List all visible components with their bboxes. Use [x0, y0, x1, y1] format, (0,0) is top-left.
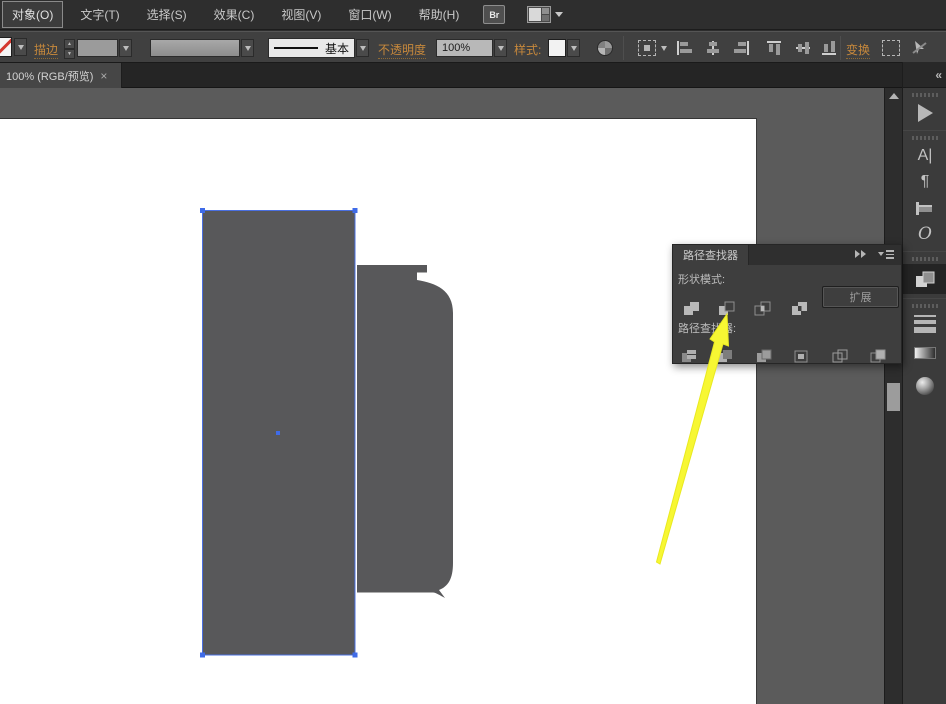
align-center-icon[interactable]: [705, 40, 722, 56]
pathfinder-panel: 路径查找器 形状模式: 扩展 路径查找器:: [672, 244, 902, 364]
expand-button[interactable]: 扩展: [822, 286, 899, 308]
control-bar: 描边 ▲▼ 基本 不透明度 100% 样式:: [0, 31, 946, 63]
panel-collapse-icon[interactable]: [855, 250, 867, 258]
scroll-up-arrow[interactable]: [885, 88, 903, 104]
document-tab-label: 100% (RGB/预览): [6, 68, 93, 84]
rounded-silhouette-shape[interactable]: [357, 265, 453, 598]
stroke-width-field[interactable]: [77, 39, 118, 57]
tab-bar: 100% (RGB/预览) ×: [0, 63, 946, 88]
menu-bar: 对象(O) 文字(T) 选择(S) 效果(C) 视图(V) 窗口(W) 帮助(H…: [0, 0, 946, 30]
align-top-icon[interactable]: [766, 40, 783, 56]
sphere-panel-icon[interactable]: [903, 369, 946, 403]
tabs-panel-icon[interactable]: [903, 195, 946, 221]
scrollbar-thumb[interactable]: [887, 383, 900, 411]
panel-menu-icon[interactable]: [878, 250, 894, 260]
panel-dock: « A| ¶ O: [902, 62, 946, 704]
workspace-layout-icon[interactable]: [527, 6, 563, 23]
pathfinder-crop-button[interactable]: [789, 345, 813, 367]
dock-grip[interactable]: [912, 257, 938, 261]
opacity-field[interactable]: 100%: [436, 39, 493, 57]
stroke-style-field[interactable]: 基本: [268, 38, 355, 58]
align-right-icon[interactable]: [733, 40, 750, 56]
stroke-style-value: 基本: [325, 40, 349, 57]
menu-item-object[interactable]: 对象(O): [2, 1, 63, 28]
document-tab[interactable]: 100% (RGB/预览) ×: [0, 63, 122, 88]
width-profile-dropdown[interactable]: [241, 39, 254, 57]
align-to-dropdown[interactable]: [658, 41, 669, 55]
chevron-down-icon: [555, 12, 563, 17]
shape-mode-minus-front-button[interactable]: [714, 297, 738, 319]
pathfinder-divide-button[interactable]: [677, 345, 701, 367]
menu-item-help[interactable]: 帮助(H): [409, 1, 470, 28]
menu-item-view[interactable]: 视图(V): [271, 1, 331, 28]
gradient-panel-icon[interactable]: [903, 337, 946, 369]
stroke-link[interactable]: 描边: [34, 41, 58, 59]
pathfinder-trim-button[interactable]: [713, 345, 737, 367]
transform-link[interactable]: 变换: [846, 41, 870, 59]
menu-item-type[interactable]: 文字(T): [70, 1, 129, 28]
dock-grip[interactable]: [912, 136, 938, 140]
stroke-style-dropdown[interactable]: [356, 39, 369, 57]
layout-grid-icon: [527, 6, 551, 23]
align-middle-icon[interactable]: [795, 40, 812, 56]
align-to-selection-icon[interactable]: [638, 40, 656, 56]
stroke-width-dropdown[interactable]: [119, 39, 132, 57]
vertical-scrollbar[interactable]: [884, 88, 902, 704]
menu-item-window[interactable]: 窗口(W): [338, 1, 401, 28]
opacity-dropdown[interactable]: [494, 39, 507, 57]
menu-item-effect[interactable]: 效果(C): [204, 1, 265, 28]
character-panel-icon[interactable]: A|: [903, 143, 946, 169]
dock-collapse-icon[interactable]: «: [903, 62, 946, 88]
pathfinder-panel-titlebar[interactable]: 路径查找器: [673, 245, 901, 265]
pointer-slash-icon[interactable]: [911, 39, 929, 57]
shape-mode-exclude-button[interactable]: [787, 297, 811, 319]
pathfinder-panel-tab[interactable]: 路径查找器: [673, 245, 749, 265]
stroke-width-stepper[interactable]: ▲▼: [64, 39, 75, 57]
tab-close-icon[interactable]: ×: [100, 71, 107, 81]
illustrator-window: 对象(O) 文字(T) 选择(S) 效果(C) 视图(V) 窗口(W) 帮助(H…: [0, 0, 946, 704]
stroke-sample-line: [274, 47, 318, 49]
pathfinder-merge-button[interactable]: [752, 345, 776, 367]
canvas-artwork: [0, 118, 757, 704]
style-label: 样式:: [514, 41, 541, 58]
dock-grip[interactable]: [912, 304, 938, 308]
width-profile-field[interactable]: [150, 39, 240, 57]
menu-item-select[interactable]: 选择(S): [137, 1, 197, 28]
align-left-icon[interactable]: [676, 40, 693, 56]
fill-dropdown-button[interactable]: [14, 38, 27, 56]
workspace: [0, 88, 946, 704]
style-dropdown[interactable]: [567, 39, 580, 57]
align-bottom-icon[interactable]: [821, 40, 838, 56]
pathfinder-outline-button[interactable]: [828, 345, 852, 367]
shape-mode-intersect-button[interactable]: [750, 297, 774, 319]
stroke-panel-icon[interactable]: [903, 311, 946, 337]
pathfinder-panel-icon[interactable]: [903, 264, 946, 294]
opacity-link[interactable]: 不透明度: [378, 41, 426, 59]
shape-mode-unite-button[interactable]: [679, 297, 703, 319]
selection-center-point: [276, 431, 280, 435]
pathfinders-label: 路径查找器:: [678, 320, 736, 336]
paragraph-panel-icon[interactable]: ¶: [903, 169, 946, 195]
bridge-icon[interactable]: Br: [483, 5, 505, 24]
play-panel-icon[interactable]: [903, 100, 946, 126]
style-swatch[interactable]: [548, 39, 566, 57]
none-fill-swatch[interactable]: [0, 37, 12, 57]
bounding-box-icon[interactable]: [882, 40, 900, 56]
opentype-panel-icon[interactable]: O: [903, 221, 946, 247]
dock-grip[interactable]: [912, 93, 938, 97]
recolor-artwork-icon[interactable]: [597, 40, 613, 56]
shape-modes-label: 形状模式:: [678, 271, 725, 287]
pathfinder-minus-back-button[interactable]: [866, 345, 890, 367]
